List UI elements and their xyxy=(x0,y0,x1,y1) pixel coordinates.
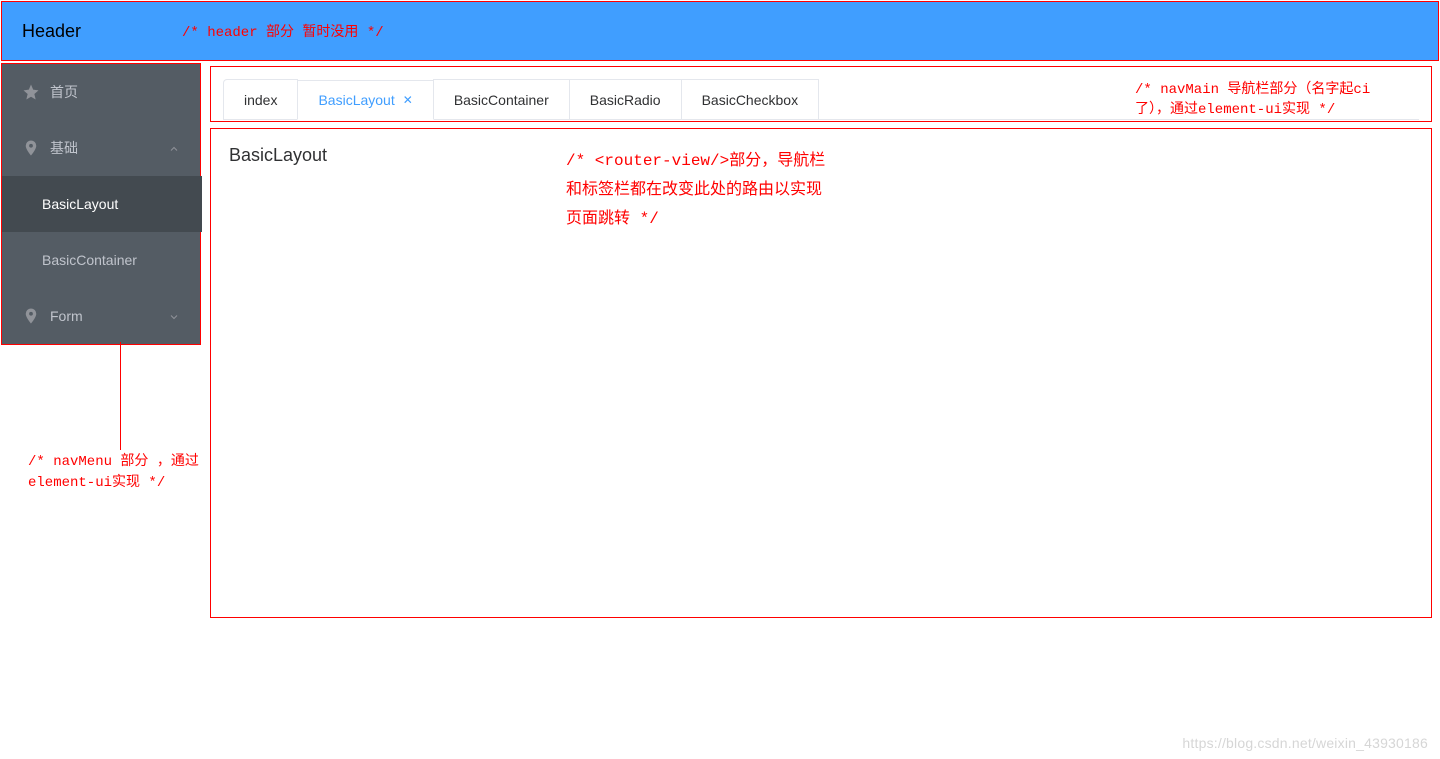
header: Header /* header 部分 暂时没用 */ xyxy=(1,1,1439,61)
sidebar-item-basiccontainer[interactable]: BasicContainer xyxy=(2,232,202,288)
star-icon xyxy=(22,83,40,101)
sidebar-item-label: 基础 xyxy=(50,138,78,158)
header-annotation: /* header 部分 暂时没用 */ xyxy=(182,21,384,41)
sidebar-item-label: BasicContainer xyxy=(42,252,137,268)
sidebar-item-label: 首页 xyxy=(50,82,78,102)
location-icon xyxy=(22,139,40,157)
router-view: BasicLayout /* <router-view/>部分，导航栏和标签栏都… xyxy=(210,128,1432,618)
sidebar-annotation: /* navMenu 部分 ，通过element-ui实现 */ xyxy=(28,452,208,494)
chevron-down-icon xyxy=(168,310,180,322)
annotation-leader-line xyxy=(120,342,121,450)
header-title: Header xyxy=(22,21,81,42)
tabs-annotation: /* navMain 导航栏部分（名字起ci了），通过element-ui实现 … xyxy=(1135,81,1395,120)
tabs-bar: index BasicLayout ✕ BasicContainer Basic… xyxy=(210,66,1432,122)
tab-label: BasicRadio xyxy=(590,80,661,120)
main-area: index BasicLayout ✕ BasicContainer Basic… xyxy=(200,62,1440,626)
close-icon[interactable]: ✕ xyxy=(403,94,413,106)
location-icon xyxy=(22,307,40,325)
sidebar-submenu-form[interactable]: Form xyxy=(2,288,200,344)
watermark: https://blog.csdn.net/weixin_43930186 xyxy=(1182,735,1428,751)
chevron-up-icon xyxy=(168,142,180,154)
page-title: BasicLayout xyxy=(229,145,327,165)
router-view-annotation: /* <router-view/>部分，导航栏和标签栏都在改变此处的路由以实现页… xyxy=(566,147,826,233)
tab-index[interactable]: index xyxy=(223,79,298,119)
tab-basiccontainer[interactable]: BasicContainer xyxy=(433,79,570,119)
sidebar-menu: 首页 基础 BasicLayout BasicContainer xyxy=(1,63,201,345)
sidebar-item-home[interactable]: 首页 xyxy=(2,64,200,120)
tab-basicradio[interactable]: BasicRadio xyxy=(569,79,682,119)
tab-label: index xyxy=(244,80,277,120)
tab-basiccheckbox[interactable]: BasicCheckbox xyxy=(681,79,820,119)
tab-label: BasicContainer xyxy=(454,80,549,120)
tab-label: BasicCheckbox xyxy=(702,80,799,120)
sidebar-item-basiclayout[interactable]: BasicLayout xyxy=(2,176,202,232)
tab-label: BasicLayout xyxy=(318,80,394,120)
sidebar-item-label: BasicLayout xyxy=(42,196,118,212)
sidebar-submenu-basic[interactable]: 基础 xyxy=(2,120,200,176)
tab-basiclayout[interactable]: BasicLayout ✕ xyxy=(297,80,433,120)
sidebar-item-label: Form xyxy=(50,308,83,324)
